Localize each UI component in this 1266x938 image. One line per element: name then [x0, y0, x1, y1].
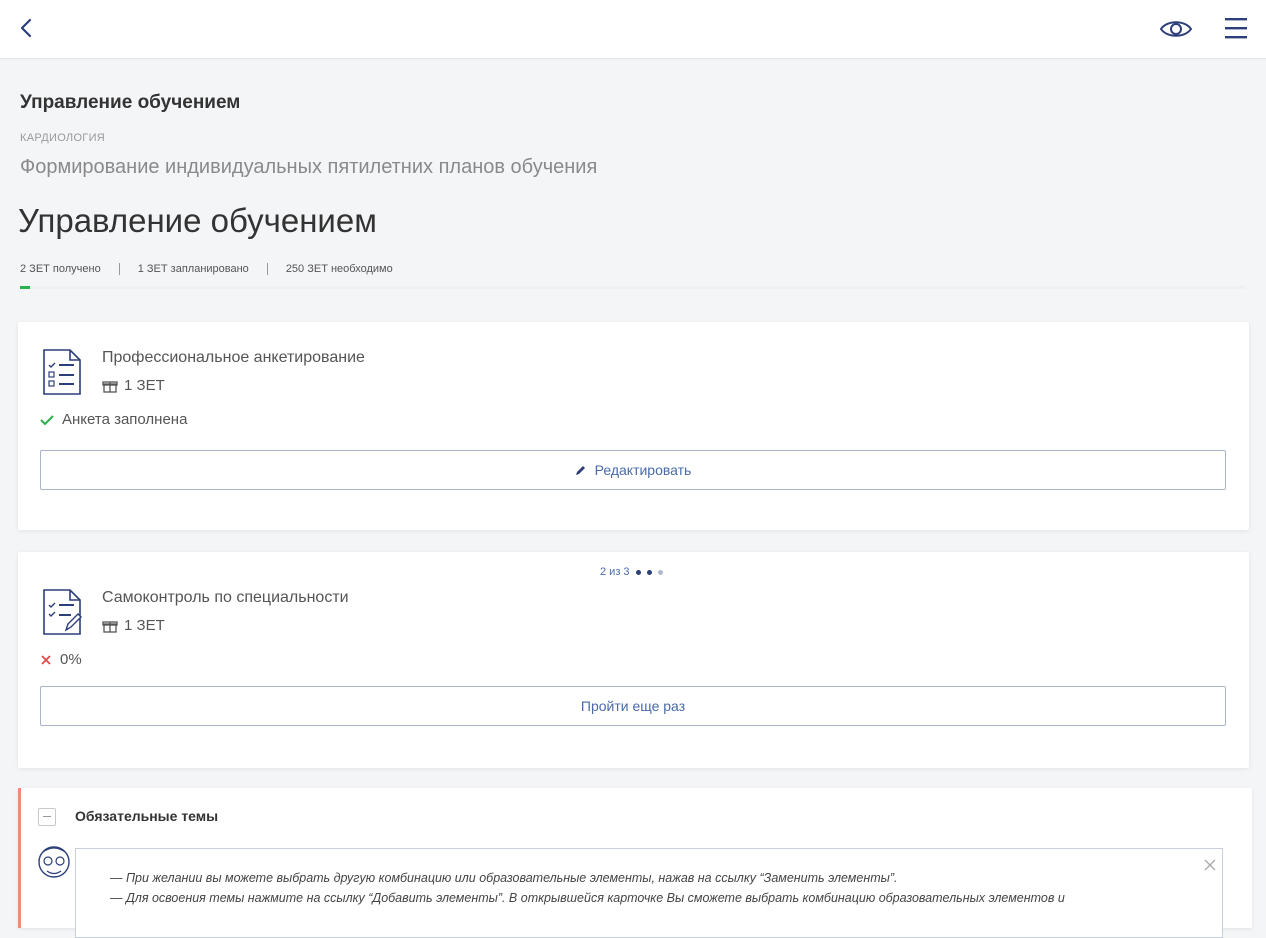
- menu-button[interactable]: [1222, 14, 1250, 44]
- pager-dot[interactable]: [635, 569, 641, 575]
- gift-icon: [102, 620, 118, 633]
- card-zet: 1 ЗЕТ: [102, 617, 165, 634]
- cross-icon: [41, 654, 51, 665]
- back-button[interactable]: [14, 14, 40, 42]
- zet-progress-fill: [20, 286, 30, 289]
- pencil-icon: [575, 466, 585, 475]
- assistant-avatar-icon: [35, 842, 73, 886]
- plan-subtitle: Формирование индивидуальных пятилетних п…: [20, 156, 598, 178]
- zet-value: 1 ЗЕТ: [124, 617, 165, 634]
- specialty-label: КАРДИОЛОГИЯ: [20, 132, 106, 144]
- zet-progress-bar: [20, 286, 1246, 289]
- self-control-card: 2 из 3 Самоконтроль по специальности 1 З…: [18, 552, 1249, 768]
- status-text: 0%: [60, 651, 82, 668]
- eye-icon: [1159, 21, 1193, 37]
- retry-button[interactable]: Пройти еще раз: [40, 686, 1226, 726]
- topics-title: Обязательные темы: [75, 808, 219, 824]
- carousel-pager[interactable]: 2 из 3: [600, 566, 663, 578]
- stats-divider: [266, 263, 268, 275]
- zet-planned: 1 ЗЕТ запланировано: [137, 263, 249, 275]
- check-icon: [40, 414, 54, 425]
- pager-dot[interactable]: [646, 569, 652, 575]
- zet-value: 1 ЗЕТ: [124, 377, 165, 394]
- pager-dot[interactable]: [657, 569, 663, 575]
- edit-button-label: Редактировать: [594, 462, 692, 478]
- zet-required: 250 ЗЕТ необходимо: [285, 263, 393, 275]
- chevron-left-icon: [20, 18, 32, 38]
- view-button[interactable]: [1158, 14, 1194, 44]
- stats-divider: [118, 263, 120, 275]
- card-status: Анкета заполнена: [40, 411, 187, 428]
- survey-card: Профессиональное анкетирование 1 ЗЕТ Анк…: [18, 322, 1249, 530]
- hint-line: — Для освоения темы нажмите на ссылку “Д…: [110, 891, 1065, 905]
- zet-received: 2 ЗЕТ получено: [20, 263, 101, 275]
- retry-button-label: Пройти еще раз: [580, 698, 686, 714]
- close-icon: [1204, 859, 1216, 871]
- zet-stats: 2 ЗЕТ получено 1 ЗЕТ запланировано 250 З…: [20, 263, 393, 275]
- gift-icon: [102, 380, 118, 393]
- hint-line: — При желании вы можете выбрать другую к…: [110, 871, 898, 885]
- mandatory-topics-section: Обязательные темы — При желании вы может…: [18, 788, 1252, 938]
- test-document-icon: [40, 588, 84, 636]
- card-zet: 1 ЗЕТ: [102, 377, 165, 394]
- checklist-document-icon: [40, 348, 84, 396]
- hamburger-menu-icon: [1225, 18, 1247, 39]
- card-title: Самоконтроль по специальности: [102, 589, 349, 606]
- top-bar: [0, 0, 1266, 59]
- page-heading: Управление обучением: [20, 92, 241, 113]
- edit-button[interactable]: Редактировать: [40, 450, 1226, 490]
- collapse-toggle[interactable]: [38, 808, 56, 826]
- pager-text: 2 из 3: [600, 566, 630, 578]
- close-hint-button[interactable]: [1202, 857, 1218, 873]
- main-title: Управление обучением: [18, 202, 377, 239]
- hint-box: — При желании вы можете выбрать другую к…: [75, 848, 1223, 938]
- status-text: Анкета заполнена: [62, 411, 188, 428]
- card-status: 0%: [40, 651, 82, 668]
- card-title: Профессиональное анкетирование: [102, 349, 365, 366]
